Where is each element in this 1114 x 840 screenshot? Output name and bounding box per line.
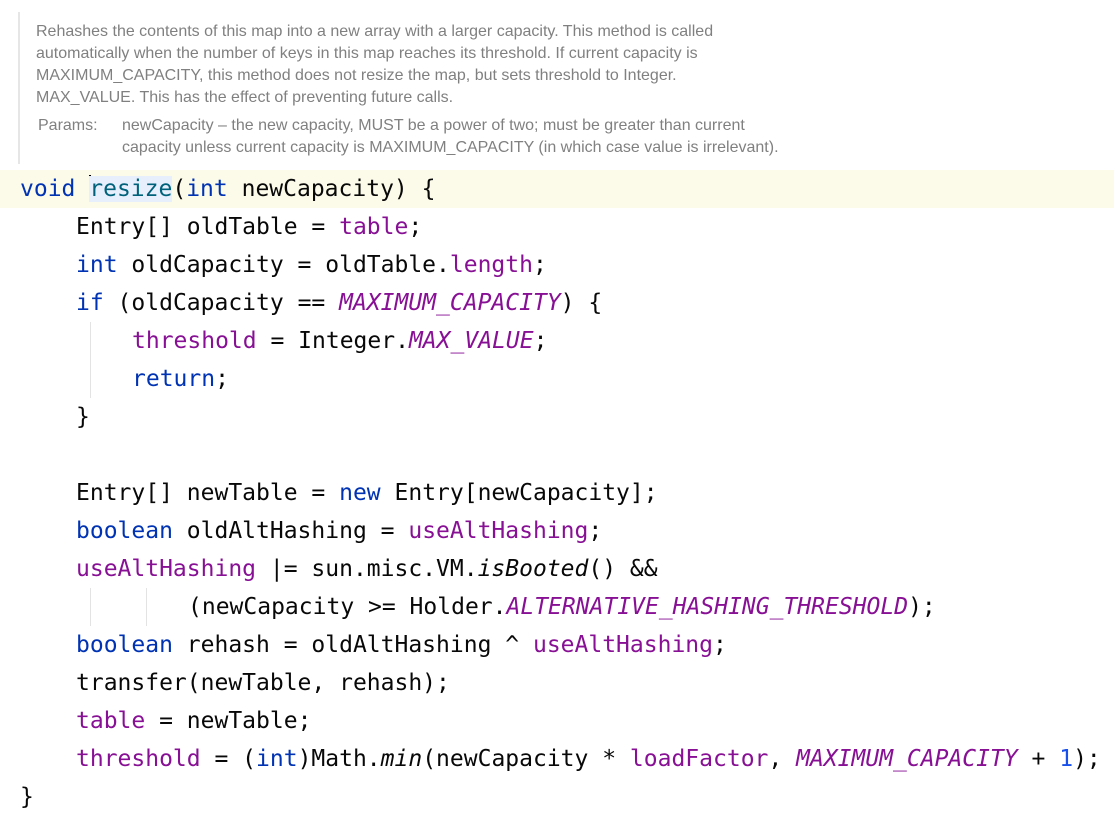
code-text: |= sun.misc.VM. <box>256 556 478 582</box>
code-field: loadFactor <box>629 746 769 772</box>
code-text: ; <box>588 518 603 544</box>
javadoc-param-line: newCapacity – the new capacity, MUST be … <box>122 117 745 134</box>
code-text: ; <box>532 252 547 278</box>
code-editor[interactable]: Rehashes the contents of this map into a… <box>0 0 1114 840</box>
code-text: transfer(newTable, rehash); <box>76 670 450 696</box>
code-text: } <box>20 784 34 810</box>
code-line[interactable]: table = newTable; <box>0 702 1114 740</box>
code-method-call: isBooted <box>477 556 589 582</box>
code-method-declaration: resize <box>89 176 173 202</box>
code-line[interactable]: } <box>0 398 1114 436</box>
code-text: ; <box>533 328 548 354</box>
code-keyword: return <box>132 366 216 392</box>
code-keyword: if <box>76 290 104 316</box>
code-text: (newCapacity >= Holder. <box>188 594 507 620</box>
code-line[interactable]: threshold = Integer.MAX_VALUE; <box>0 322 1114 360</box>
code-text: rehash = oldAltHashing ^ <box>172 632 533 658</box>
code-text: ; <box>712 632 727 658</box>
code-text: = ( <box>200 746 257 772</box>
code-line[interactable]: Entry[] oldTable = table; <box>0 208 1114 246</box>
code-field: useAltHashing <box>532 632 713 658</box>
code-text: ( <box>172 176 187 202</box>
code-line[interactable]: transfer(newTable, rehash); <box>0 664 1114 702</box>
code-text: = newTable; <box>145 708 312 734</box>
code-text: oldAltHashing = <box>172 518 409 544</box>
code-keyword: new <box>339 480 381 506</box>
code-constant: MAX_VALUE <box>408 328 534 354</box>
code-line[interactable]: (newCapacity >= Holder.ALTERNATIVE_HASHI… <box>0 588 1114 626</box>
javadoc-description-line: Rehashes the contents of this map into a… <box>36 23 714 40</box>
indent-guide <box>146 588 147 626</box>
code-line[interactable] <box>0 436 1114 474</box>
code-text: Entry[] oldTable = <box>76 214 340 240</box>
code-text: } <box>76 404 90 430</box>
javadoc-description-line: MAXIMUM_CAPACITY, this method does not r… <box>36 67 677 84</box>
code-field: length <box>449 252 533 278</box>
rendered-javadoc: Rehashes the contents of this map into a… <box>18 12 1114 164</box>
code-text: ); <box>908 594 936 620</box>
code-keyword: boolean <box>76 518 173 544</box>
indent-guide <box>90 360 91 398</box>
javadoc-params-body: newCapacity – the new capacity, MUST be … <box>122 115 822 159</box>
code-text: , <box>768 746 797 772</box>
code-text: newCapacity) { <box>227 176 436 202</box>
code-line[interactable]: Entry[] newTable = new Entry[newCapacity… <box>0 474 1114 512</box>
code-constant: ALTERNATIVE_HASHING_THRESHOLD <box>506 594 909 620</box>
code-field: useAltHashing <box>408 518 589 544</box>
code-text: ; <box>408 214 423 240</box>
code-keyword: int <box>76 252 118 278</box>
code-keyword: void <box>20 176 76 202</box>
code-line[interactable]: boolean rehash = oldAltHashing ^ useAltH… <box>0 626 1114 664</box>
code-text: ) { <box>560 290 603 316</box>
code-text: Entry[] newTable = <box>76 480 340 506</box>
code-field: useAltHashing <box>76 556 257 582</box>
code-constant: MAXIMUM_CAPACITY <box>796 746 1018 772</box>
code-text: + <box>1017 746 1060 772</box>
code-method-call: min <box>380 746 423 772</box>
code-field: table <box>76 708 146 734</box>
code-line[interactable]: threshold = (int)Math.min(newCapacity * … <box>0 740 1114 778</box>
code-text: () && <box>588 556 658 582</box>
code-text: (newCapacity * <box>422 746 630 772</box>
code-keyword: int <box>256 746 298 772</box>
code-field: threshold <box>132 328 257 354</box>
code-line[interactable]: if (oldCapacity == MAXIMUM_CAPACITY) { <box>0 284 1114 322</box>
code-text: ; <box>215 366 229 392</box>
javadoc-description-line: MAX_VALUE. This has the effect of preven… <box>36 89 454 106</box>
code-text: ); <box>1073 746 1101 772</box>
indent-guide <box>90 322 91 360</box>
code-number: 1 <box>1059 746 1074 772</box>
code-line[interactable]: } <box>0 778 1114 816</box>
code-line[interactable]: useAltHashing |= sun.misc.VM.isBooted() … <box>0 550 1114 588</box>
javadoc-params-label: Params: <box>38 117 98 134</box>
code-keyword: int <box>186 176 228 202</box>
code-line[interactable]: int oldCapacity = oldTable.length; <box>0 246 1114 284</box>
code-field: threshold <box>76 746 201 772</box>
code-area[interactable]: void resize(int newCapacity) {Entry[] ol… <box>0 170 1114 816</box>
code-line[interactable]: return; <box>0 360 1114 398</box>
code-field: table <box>339 214 409 240</box>
code-line[interactable]: boolean oldAltHashing = useAltHashing; <box>0 512 1114 550</box>
javadoc-param-line: capacity unless current capacity is MAXI… <box>122 139 779 156</box>
code-constant: MAXIMUM_CAPACITY <box>339 290 561 316</box>
code-text: (oldCapacity == <box>103 290 340 316</box>
code-text: = Integer. <box>256 328 409 354</box>
javadoc-description: Rehashes the contents of this map into a… <box>36 21 796 109</box>
code-line[interactable]: void resize(int newCapacity) { <box>0 170 1114 208</box>
code-keyword: boolean <box>76 632 173 658</box>
code-text: Entry[newCapacity]; <box>380 480 658 506</box>
code-text: )Math. <box>297 746 381 772</box>
code-text: oldCapacity = oldTable. <box>117 252 450 278</box>
indent-guide <box>90 588 91 626</box>
javadoc-description-line: automatically when the number of keys in… <box>36 45 698 62</box>
